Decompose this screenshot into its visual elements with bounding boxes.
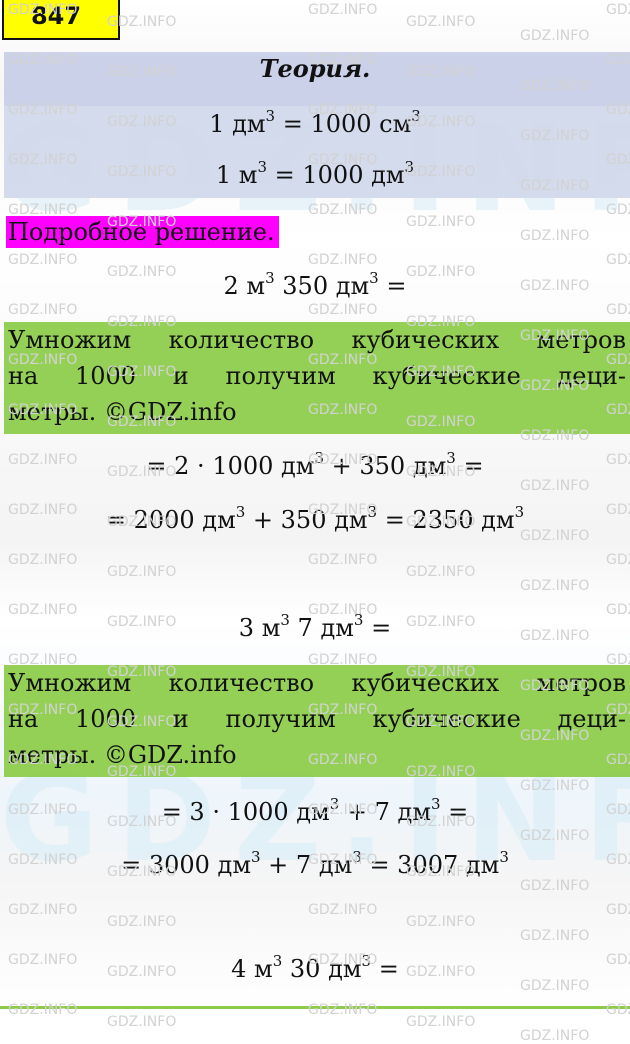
theory-formula: 1 дм3 = 1000 см3	[209, 107, 421, 138]
theory-title: Теория.	[259, 54, 371, 83]
watermark-text: GDZ.INFO	[107, 1014, 177, 1030]
task-number: 847	[30, 2, 82, 30]
explanation-text: Умножим количество кубических метров на …	[8, 669, 626, 769]
watermark-text: GDZ.INFO	[520, 1028, 590, 1044]
explanation-text: Умножим количество кубических метров на …	[8, 326, 626, 426]
problem-expression: 3 м3 7 дм3 =	[238, 611, 392, 642]
solution-step: = 2 · 1000 дм3 + 350 дм3 =	[146, 449, 484, 480]
task-number-badge: 847	[2, 0, 120, 40]
solution-step: = 3 · 1000 дм3 + 7 дм3 =	[161, 795, 469, 826]
theory-formula: 1 м3 = 1000 дм3	[215, 158, 415, 189]
problem-expression: 2 м3 350 дм3 =	[223, 269, 407, 300]
solution-step: = 2000 дм3 + 350 дм3 = 2350 дм3	[105, 503, 525, 534]
problem-expression: 4 м3 30 дм3 =	[231, 952, 399, 983]
solution-step: = 3000 дм3 + 7 дм3 = 3007 дм3	[121, 848, 509, 879]
solution-label: Подробное решение.	[6, 216, 279, 248]
watermark-text: GDZ.INFO	[406, 1014, 476, 1030]
